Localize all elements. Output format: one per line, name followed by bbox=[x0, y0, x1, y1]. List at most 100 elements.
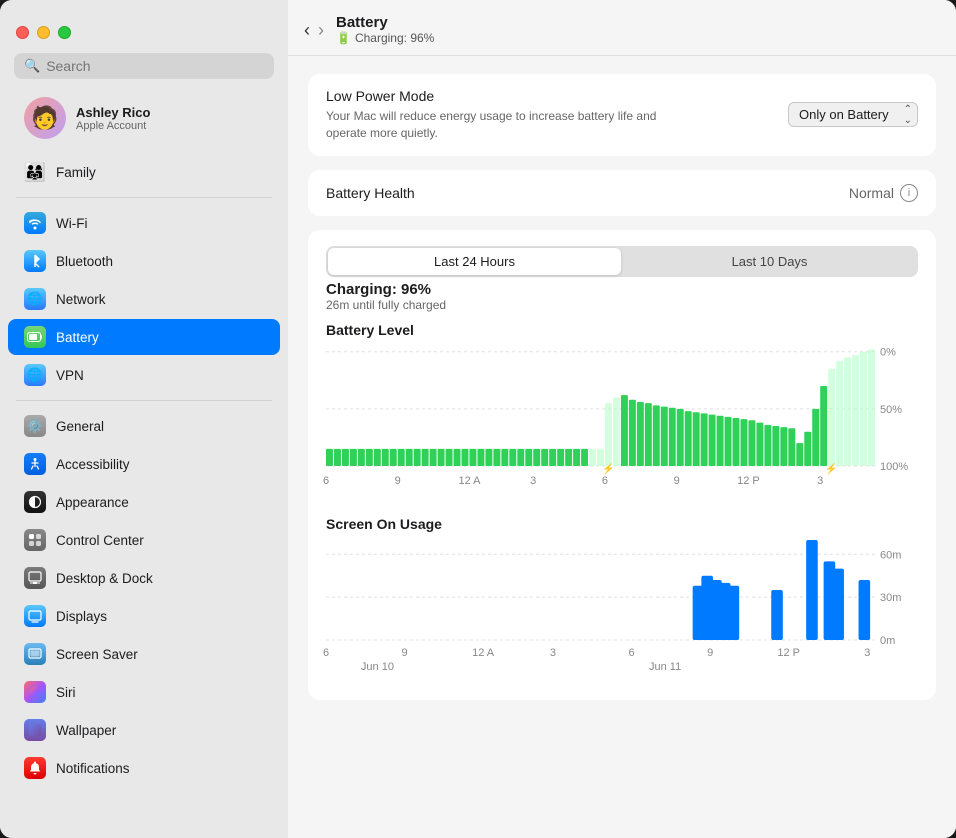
low-power-mode-row: Low Power Mode Your Mac will reduce ener… bbox=[308, 74, 936, 156]
screen-usage-title: Screen On Usage bbox=[326, 516, 918, 532]
last-10-days-button[interactable]: Last 10 Days bbox=[623, 248, 916, 275]
low-power-select[interactable]: Only on Battery Always Never bbox=[788, 102, 918, 127]
sidebar-item-desktop[interactable]: Desktop & Dock bbox=[8, 560, 280, 596]
svg-text:9: 9 bbox=[402, 647, 408, 659]
family-icon: 👨‍👩‍👧 bbox=[24, 161, 46, 183]
svg-text:0m: 0m bbox=[880, 635, 895, 647]
sidebar-item-wifi[interactable]: Wi-Fi bbox=[8, 205, 280, 241]
svg-text:⚡: ⚡ bbox=[825, 462, 837, 475]
bluetooth-label: Bluetooth bbox=[56, 254, 113, 269]
svg-text:12 A: 12 A bbox=[472, 647, 495, 659]
back-button[interactable]: ‹ bbox=[304, 21, 310, 39]
traffic-lights bbox=[0, 12, 288, 49]
charging-time: 26m until fully charged bbox=[326, 298, 918, 312]
search-input[interactable] bbox=[46, 58, 264, 74]
search-bar[interactable]: 🔍 bbox=[14, 53, 274, 79]
search-icon: 🔍 bbox=[24, 58, 40, 74]
content-area: ‹ › Battery 🔋 Charging: 96% bbox=[288, 0, 956, 838]
sidebar-item-screensaver[interactable]: Screen Saver bbox=[8, 636, 280, 672]
svg-text:6: 6 bbox=[628, 647, 634, 659]
user-name: Ashley Rico bbox=[76, 105, 150, 120]
sidebar-item-battery[interactable]: Battery bbox=[8, 319, 280, 355]
controlcenter-icon bbox=[24, 529, 46, 551]
sidebar-item-wallpaper[interactable]: Wallpaper bbox=[8, 712, 280, 748]
sidebar-divider-2 bbox=[16, 400, 272, 401]
user-profile[interactable]: 🧑 Ashley Rico Apple Account bbox=[8, 87, 280, 149]
content-body: Low Power Mode Your Mac will reduce ener… bbox=[288, 56, 956, 718]
user-subtitle: Apple Account bbox=[76, 120, 150, 132]
sidebar-item-siri[interactable]: Siri bbox=[8, 674, 280, 710]
displays-label: Displays bbox=[56, 609, 107, 624]
siri-label: Siri bbox=[56, 685, 76, 700]
battery-health-title: Battery Health bbox=[326, 185, 415, 201]
accessibility-label: Accessibility bbox=[56, 457, 130, 472]
svg-text:30m: 30m bbox=[880, 592, 901, 604]
general-label: General bbox=[56, 419, 104, 434]
svg-text:3: 3 bbox=[550, 647, 556, 659]
svg-text:Jun 11: Jun 11 bbox=[649, 661, 681, 673]
vpn-label: VPN bbox=[56, 368, 84, 383]
desktop-label: Desktop & Dock bbox=[56, 571, 153, 586]
sidebar-item-controlcenter[interactable]: Control Center bbox=[8, 522, 280, 558]
info-icon[interactable]: i bbox=[900, 184, 918, 202]
svg-text:6: 6 bbox=[323, 647, 329, 659]
family-label: Family bbox=[56, 165, 96, 180]
appearance-icon bbox=[24, 491, 46, 513]
sidebar-item-accessibility[interactable]: Accessibility bbox=[8, 446, 280, 482]
main-layout: 🔍 🧑 Ashley Rico Apple Account 👨‍👩‍👧 Fami… bbox=[0, 0, 956, 838]
minimize-button[interactable] bbox=[37, 26, 50, 39]
battery-charging-icon: 🔋 bbox=[336, 31, 351, 45]
user-info: Ashley Rico Apple Account bbox=[76, 105, 150, 132]
close-button[interactable] bbox=[16, 26, 29, 39]
sidebar-item-general[interactable]: ⚙️ General bbox=[8, 408, 280, 444]
svg-text:9: 9 bbox=[395, 475, 401, 487]
svg-text:3: 3 bbox=[817, 475, 823, 487]
battery-chart-card: Last 24 Hours Last 10 Days Charging: 96%… bbox=[308, 230, 936, 700]
sidebar-item-notifications[interactable]: Notifications bbox=[8, 750, 280, 786]
svg-text:9: 9 bbox=[674, 475, 680, 487]
siri-icon bbox=[24, 681, 46, 703]
last-24-hours-button[interactable]: Last 24 Hours bbox=[328, 248, 621, 275]
svg-text:Jun 10: Jun 10 bbox=[361, 661, 394, 673]
wifi-icon bbox=[24, 212, 46, 234]
sidebar-item-bluetooth[interactable]: Bluetooth bbox=[8, 243, 280, 279]
page-subtitle: 🔋 Charging: 96% bbox=[336, 31, 434, 45]
network-icon: 🌐 bbox=[24, 288, 46, 310]
battery-label: Battery bbox=[56, 330, 99, 345]
screensaver-label: Screen Saver bbox=[56, 647, 138, 662]
svg-text:3: 3 bbox=[864, 647, 870, 659]
battery-icon bbox=[24, 326, 46, 348]
time-toggle: Last 24 Hours Last 10 Days bbox=[326, 246, 918, 277]
network-label: Network bbox=[56, 292, 106, 307]
vpn-icon: 🌐 bbox=[24, 364, 46, 386]
sidebar-item-network[interactable]: 🌐 Network bbox=[8, 281, 280, 317]
low-power-select-wrapper[interactable]: Only on Battery Always Never ⌃⌄ bbox=[788, 102, 918, 127]
svg-text:⚡: ⚡ bbox=[602, 462, 614, 475]
displays-icon bbox=[24, 605, 46, 627]
svg-text:9: 9 bbox=[707, 647, 713, 659]
notifications-label: Notifications bbox=[56, 761, 130, 776]
wallpaper-icon bbox=[24, 719, 46, 741]
charging-info: Charging: 96% 26m until fully charged bbox=[326, 281, 918, 312]
svg-text:12 P: 12 P bbox=[777, 647, 800, 659]
maximize-button[interactable] bbox=[58, 26, 71, 39]
sidebar-item-appearance[interactable]: Appearance bbox=[8, 484, 280, 520]
sidebar-item-vpn[interactable]: 🌐 VPN bbox=[8, 357, 280, 393]
notifications-icon bbox=[24, 757, 46, 779]
page-title: Battery bbox=[336, 14, 434, 31]
svg-text:3: 3 bbox=[530, 475, 536, 487]
sidebar-item-family[interactable]: 👨‍👩‍👧 Family bbox=[8, 154, 280, 190]
page-title-area: Battery 🔋 Charging: 96% bbox=[336, 14, 434, 45]
appearance-label: Appearance bbox=[56, 495, 129, 510]
app-window: 🔍 🧑 Ashley Rico Apple Account 👨‍👩‍👧 Fami… bbox=[0, 0, 956, 838]
forward-button[interactable]: › bbox=[318, 21, 324, 39]
screen-usage-chart: 60m 30m 0m 6 9 12 A 3 6 9 12 P 3 Jun 10 Jun 11 bbox=[326, 540, 918, 680]
svg-text:60m: 60m bbox=[880, 549, 901, 561]
svg-text:6: 6 bbox=[323, 475, 329, 487]
battery-health-right: Normal i bbox=[849, 184, 918, 202]
sidebar: 🔍 🧑 Ashley Rico Apple Account 👨‍👩‍👧 Fami… bbox=[0, 0, 288, 838]
charging-percent: Charging: 96% bbox=[326, 281, 918, 298]
nav-arrows: ‹ › bbox=[304, 21, 324, 39]
sidebar-item-displays[interactable]: Displays bbox=[8, 598, 280, 634]
svg-text:100%: 100% bbox=[880, 461, 908, 473]
